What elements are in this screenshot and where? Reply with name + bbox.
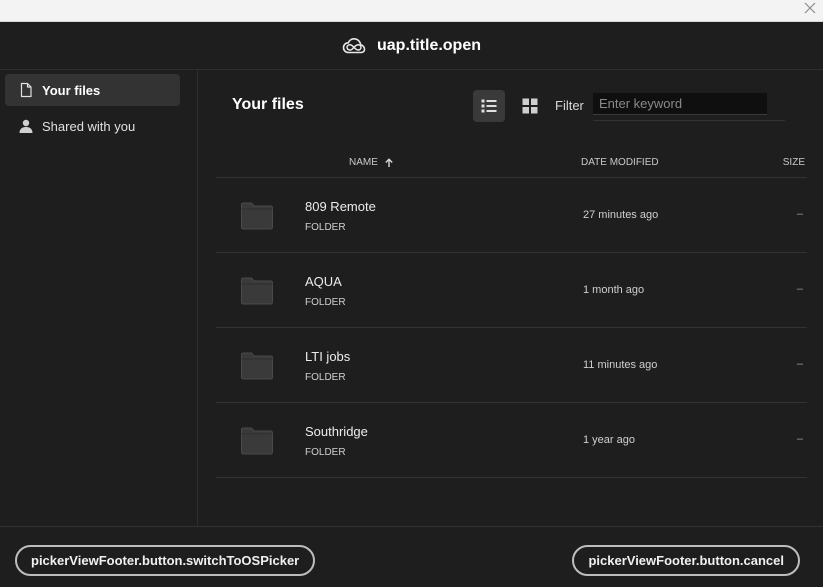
- file-kind: FOLDER: [305, 372, 346, 383]
- table-row[interactable]: Southridge FOLDER 1 year ago –: [216, 403, 807, 478]
- filter-input[interactable]: [593, 93, 767, 115]
- main-panel: Your files Filter NAME DATE MODIFIED: [198, 70, 823, 526]
- folder-icon: [240, 351, 274, 381]
- sidebar: Your files Shared with you: [0, 70, 198, 526]
- filter-label: Filter: [555, 98, 584, 113]
- sidebar-item-label: Your files: [42, 82, 101, 98]
- grid-view-button[interactable]: [514, 90, 546, 122]
- cancel-button[interactable]: pickerViewFooter.button.cancel: [572, 545, 800, 576]
- file-name: LTI jobs: [305, 349, 351, 364]
- dialog-header: uap.title.open: [0, 22, 823, 70]
- grid-view-icon: [522, 98, 538, 114]
- file-icon: [18, 82, 34, 98]
- switch-to-os-picker-button[interactable]: pickerViewFooter.button.switchToOSPicker: [15, 545, 316, 576]
- sidebar-item-shared-with-you[interactable]: Shared with you: [5, 110, 180, 142]
- file-kind: FOLDER: [305, 447, 346, 458]
- file-kind: FOLDER: [305, 297, 346, 308]
- column-header-label: NAME: [349, 157, 378, 168]
- list-view-icon: [481, 99, 497, 113]
- dialog-footer: pickerViewFooter.button.switchToOSPicker…: [0, 526, 823, 587]
- file-name: AQUA: [305, 274, 342, 289]
- file-size: –: [796, 283, 803, 295]
- file-name: Southridge: [305, 424, 368, 439]
- file-size: –: [796, 358, 803, 370]
- folder-icon: [240, 201, 274, 231]
- table-header: NAME DATE MODIFIED SIZE: [216, 148, 807, 178]
- file-date-modified: 1 month ago: [583, 284, 645, 296]
- sidebar-item-your-files[interactable]: Your files: [5, 74, 180, 106]
- folder-icon: [240, 426, 274, 456]
- window-chrome-bar: [0, 0, 823, 22]
- page-title: Your files: [232, 96, 304, 113]
- file-size: –: [796, 208, 803, 220]
- dialog-title: uap.title.open: [377, 36, 481, 54]
- column-header-size[interactable]: SIZE: [783, 157, 805, 168]
- table-row[interactable]: AQUA FOLDER 1 month ago –: [216, 253, 807, 328]
- file-kind: FOLDER: [305, 222, 346, 233]
- table-row[interactable]: LTI jobs FOLDER 11 minutes ago –: [216, 328, 807, 403]
- column-header-date[interactable]: DATE MODIFIED: [581, 157, 659, 168]
- file-date-modified: 11 minutes ago: [583, 359, 658, 371]
- creative-cloud-icon: [342, 37, 366, 55]
- filter-divider: [593, 120, 785, 121]
- sort-ascending-icon: [384, 157, 394, 168]
- folder-icon: [240, 276, 274, 306]
- file-date-modified: 1 year ago: [583, 434, 635, 446]
- column-header-name[interactable]: NAME: [349, 157, 394, 168]
- table-row[interactable]: 809 Remote FOLDER 27 minutes ago –: [216, 178, 807, 253]
- sidebar-item-label: Shared with you: [42, 118, 136, 134]
- file-name: 809 Remote: [305, 199, 376, 214]
- file-date-modified: 27 minutes ago: [583, 209, 659, 221]
- user-icon: [18, 118, 34, 134]
- close-icon[interactable]: [802, 0, 818, 16]
- file-size: –: [796, 433, 803, 445]
- list-view-button[interactable]: [473, 90, 505, 122]
